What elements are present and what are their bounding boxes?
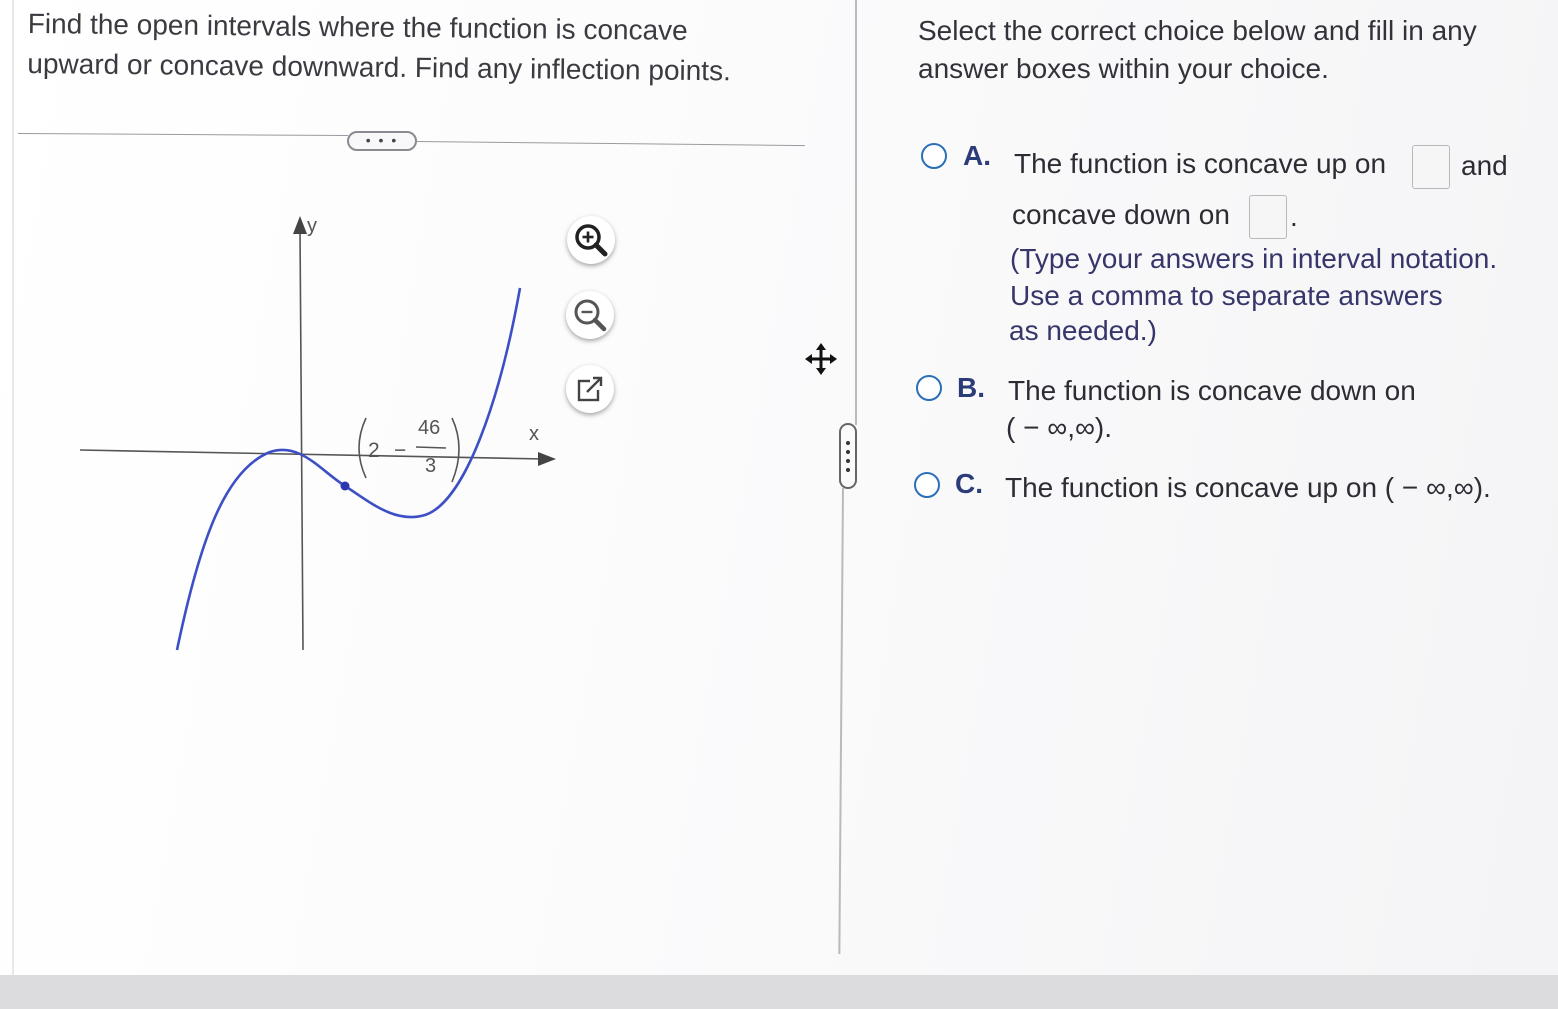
x-axis-label: x bbox=[529, 423, 539, 445]
choice-a-hint-2: Use a comma to separate answers bbox=[1010, 280, 1443, 311]
y-axis-label: y bbox=[307, 215, 317, 237]
choice-b-text-2: ( − ∞,∞). bbox=[1006, 412, 1113, 443]
resize-grip-dots bbox=[846, 441, 850, 477]
choice-a-text-2: and bbox=[1461, 150, 1508, 181]
point-label-fraction-bar bbox=[415, 446, 447, 449]
inflection-point bbox=[340, 481, 350, 491]
external-link-icon bbox=[577, 376, 604, 402]
point-label-denominator: 3 bbox=[425, 455, 436, 477]
point-label-left-paren bbox=[358, 417, 367, 479]
choice-a-radio[interactable] bbox=[921, 143, 947, 169]
choice-a-hint-3: as needed.) bbox=[1009, 315, 1157, 346]
choice-c-text-1: The function is concave up on ( − ∞,∞). bbox=[1005, 472, 1491, 503]
instructions: Select the correct choice below and fill… bbox=[918, 12, 1538, 88]
zoom-out-button[interactable] bbox=[566, 291, 614, 339]
point-label-x: 2 bbox=[368, 439, 380, 462]
x-axis-arrow bbox=[538, 452, 556, 466]
choice-a-text-3: concave down on bbox=[1012, 199, 1230, 230]
choice-a-text-1: The function is concave up on bbox=[1014, 148, 1387, 179]
choice-b-radio[interactable] bbox=[916, 375, 942, 401]
concave-up-answer-box[interactable] bbox=[1412, 145, 1450, 189]
point-label-right-paren bbox=[451, 417, 460, 483]
point-label: 2 − 46 3 bbox=[358, 417, 460, 483]
function-graph: y x 2 − 46 3 bbox=[79, 215, 556, 651]
choice-b-text-1: The function is concave down on bbox=[1008, 375, 1416, 406]
choice-c-radio[interactable] bbox=[914, 472, 940, 498]
choice-b-letter: B. bbox=[957, 372, 985, 403]
choice-c-letter: C. bbox=[955, 468, 983, 499]
instructions-line-2: answer boxes within your choice. bbox=[918, 53, 1329, 84]
concave-down-answer-box[interactable] bbox=[1249, 195, 1287, 239]
point-label-numerator: 46 bbox=[418, 417, 440, 439]
y-axis bbox=[299, 229, 304, 651]
choice-a-letter: A. bbox=[963, 140, 991, 171]
zoom-in-icon bbox=[575, 224, 608, 257]
move-cursor-icon bbox=[805, 343, 837, 375]
pane-divider-top bbox=[855, 0, 857, 425]
choice-a-hint-1: (Type your answers in interval notation. bbox=[1010, 243, 1498, 274]
zoom-in-button[interactable] bbox=[567, 216, 615, 264]
y-axis-arrow bbox=[293, 216, 307, 234]
function-curve bbox=[175, 287, 522, 651]
bottom-bezel bbox=[0, 975, 1558, 1009]
pane-resize-handle[interactable] bbox=[839, 423, 857, 489]
zoom-out-icon bbox=[574, 299, 607, 332]
popout-button[interactable] bbox=[566, 365, 614, 413]
instructions-line-1: Select the correct choice below and fill… bbox=[918, 15, 1477, 46]
point-label-minus: − bbox=[394, 439, 406, 462]
choice-a-text-4: . bbox=[1290, 201, 1298, 232]
